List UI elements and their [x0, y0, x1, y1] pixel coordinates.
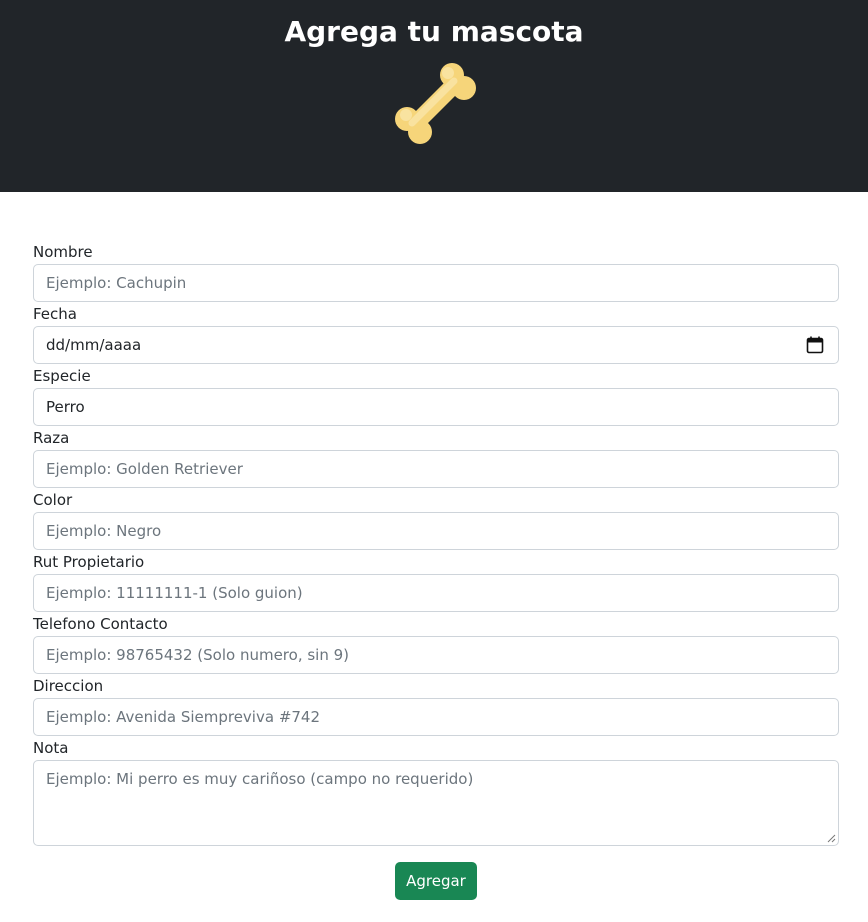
- fecha-input[interactable]: dd/mm/aaaa: [33, 326, 839, 364]
- nombre-label: Nombre: [33, 243, 93, 261]
- especie-label: Especie: [33, 367, 91, 385]
- nombre-input[interactable]: [34, 265, 838, 301]
- fecha-value: dd/mm/aaaa: [46, 336, 142, 354]
- page-header: Agrega tu mascota: [0, 0, 868, 192]
- nota-textarea[interactable]: [34, 761, 838, 845]
- color-field-wrapper: [33, 512, 839, 550]
- rut-field-wrapper: [33, 574, 839, 612]
- raza-input[interactable]: [34, 451, 838, 487]
- telefono-label: Telefono Contacto: [33, 615, 168, 633]
- bone-icon: [395, 63, 476, 144]
- raza-field-wrapper: [33, 450, 839, 488]
- color-label: Color: [33, 491, 73, 509]
- especie-input[interactable]: [34, 389, 838, 425]
- color-input[interactable]: [34, 513, 838, 549]
- page-title: Agrega tu mascota: [284, 15, 584, 48]
- nota-field-wrapper: [33, 760, 839, 846]
- telefono-field-wrapper: [33, 636, 839, 674]
- raza-label: Raza: [33, 429, 70, 447]
- agregar-button[interactable]: Agregar: [395, 862, 477, 900]
- resize-handle-icon[interactable]: [827, 834, 836, 843]
- rut-label: Rut Propietario: [33, 553, 145, 571]
- nombre-field-wrapper: [33, 264, 839, 302]
- direccion-label: Direccion: [33, 677, 104, 695]
- direccion-field-wrapper: [33, 698, 839, 736]
- rut-input[interactable]: [34, 575, 838, 611]
- direccion-input[interactable]: [34, 699, 838, 735]
- nota-label: Nota: [33, 739, 69, 757]
- calendar-icon[interactable]: [806, 336, 824, 354]
- especie-field-wrapper: [33, 388, 839, 426]
- telefono-input[interactable]: [34, 637, 838, 673]
- fecha-label: Fecha: [33, 305, 77, 323]
